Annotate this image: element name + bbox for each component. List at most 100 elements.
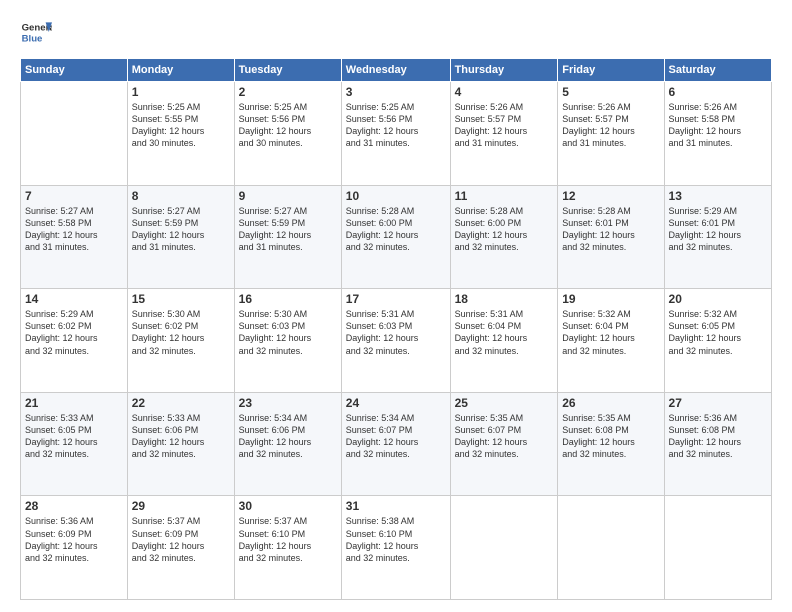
day-number: 29 [132,499,230,513]
calendar-cell [21,82,128,186]
header: General Blue [20,16,772,48]
day-number: 23 [239,396,337,410]
day-number: 27 [669,396,767,410]
calendar-cell: 28 Sunrise: 5:36 AM Sunset: 6:09 PM Dayli… [21,496,128,600]
day-info: Sunrise: 5:37 AM Sunset: 6:09 PM Dayligh… [132,515,230,564]
day-info: Sunrise: 5:25 AM Sunset: 5:56 PM Dayligh… [239,101,337,150]
day-info: Sunrise: 5:36 AM Sunset: 6:09 PM Dayligh… [25,515,123,564]
weekday-header-friday: Friday [558,59,664,82]
day-info: Sunrise: 5:28 AM Sunset: 6:00 PM Dayligh… [346,205,446,254]
calendar-cell: 1 Sunrise: 5:25 AM Sunset: 5:55 PM Daylig… [127,82,234,186]
day-info: Sunrise: 5:31 AM Sunset: 6:04 PM Dayligh… [455,308,554,357]
day-number: 10 [346,189,446,203]
calendar-cell: 16 Sunrise: 5:30 AM Sunset: 6:03 PM Dayli… [234,289,341,393]
calendar-cell: 30Sunrise: 5:37 AM Sunset: 6:10 PM Dayli… [234,496,341,600]
day-number: 7 [25,189,123,203]
day-number: 17 [346,292,446,306]
calendar-cell: 8 Sunrise: 5:27 AM Sunset: 5:59 PM Daylig… [127,185,234,289]
day-number: 25 [455,396,554,410]
day-number: 6 [669,85,767,99]
weekday-header-saturday: Saturday [664,59,771,82]
calendar-week-row: 28 Sunrise: 5:36 AM Sunset: 6:09 PM Dayli… [21,496,772,600]
day-number: 16 [239,292,337,306]
weekday-header-thursday: Thursday [450,59,558,82]
calendar-table: SundayMondayTuesdayWednesdayThursdayFrid… [20,58,772,600]
calendar-cell: 17Sunrise: 5:31 AM Sunset: 6:03 PM Dayli… [341,289,450,393]
calendar-cell: 24Sunrise: 5:34 AM Sunset: 6:07 PM Dayli… [341,392,450,496]
day-number: 21 [25,396,123,410]
day-number: 28 [25,499,123,513]
calendar-cell: 5Sunrise: 5:26 AM Sunset: 5:57 PM Daylig… [558,82,664,186]
calendar-cell: 6Sunrise: 5:26 AM Sunset: 5:58 PM Daylig… [664,82,771,186]
calendar-cell: 31 Sunrise: 5:38 AM Sunset: 6:10 PM Dayli… [341,496,450,600]
day-info: Sunrise: 5:38 AM Sunset: 6:10 PM Dayligh… [346,515,446,564]
page: General Blue SundayMondayTuesdayWednesda… [0,0,792,612]
day-info: Sunrise: 5:32 AM Sunset: 6:04 PM Dayligh… [562,308,659,357]
calendar-cell: 26Sunrise: 5:35 AM Sunset: 6:08 PM Dayli… [558,392,664,496]
day-number: 4 [455,85,554,99]
calendar-cell: 22 Sunrise: 5:33 AM Sunset: 6:06 PM Dayli… [127,392,234,496]
calendar-cell: 25Sunrise: 5:35 AM Sunset: 6:07 PM Dayli… [450,392,558,496]
day-info: Sunrise: 5:27 AM Sunset: 5:59 PM Dayligh… [132,205,230,254]
calendar-cell: 29 Sunrise: 5:37 AM Sunset: 6:09 PM Dayli… [127,496,234,600]
calendar-cell: 2 Sunrise: 5:25 AM Sunset: 5:56 PM Daylig… [234,82,341,186]
day-info: Sunrise: 5:27 AM Sunset: 5:59 PM Dayligh… [239,205,337,254]
calendar-cell: 18 Sunrise: 5:31 AM Sunset: 6:04 PM Dayli… [450,289,558,393]
day-info: Sunrise: 5:34 AM Sunset: 6:06 PM Dayligh… [239,412,337,461]
calendar-cell: 12 Sunrise: 5:28 AM Sunset: 6:01 PM Dayli… [558,185,664,289]
calendar-week-row: 14 Sunrise: 5:29 AM Sunset: 6:02 PM Dayli… [21,289,772,393]
day-info: Sunrise: 5:28 AM Sunset: 6:01 PM Dayligh… [562,205,659,254]
day-number: 18 [455,292,554,306]
day-number: 22 [132,396,230,410]
calendar-cell: 27Sunrise: 5:36 AM Sunset: 6:08 PM Dayli… [664,392,771,496]
day-info: Sunrise: 5:28 AM Sunset: 6:00 PM Dayligh… [455,205,554,254]
logo: General Blue [20,16,56,48]
day-info: Sunrise: 5:25 AM Sunset: 5:55 PM Dayligh… [132,101,230,150]
weekday-header-sunday: Sunday [21,59,128,82]
day-number: 14 [25,292,123,306]
day-number: 2 [239,85,337,99]
day-number: 20 [669,292,767,306]
day-info: Sunrise: 5:25 AM Sunset: 5:56 PM Dayligh… [346,101,446,150]
day-number: 31 [346,499,446,513]
day-info: Sunrise: 5:30 AM Sunset: 6:02 PM Dayligh… [132,308,230,357]
day-info: Sunrise: 5:30 AM Sunset: 6:03 PM Dayligh… [239,308,337,357]
calendar-cell [558,496,664,600]
day-info: Sunrise: 5:29 AM Sunset: 6:02 PM Dayligh… [25,308,123,357]
logo-icon: General Blue [20,16,52,48]
day-number: 1 [132,85,230,99]
day-number: 5 [562,85,659,99]
day-number: 15 [132,292,230,306]
day-number: 13 [669,189,767,203]
calendar-cell: 14 Sunrise: 5:29 AM Sunset: 6:02 PM Dayli… [21,289,128,393]
day-number: 12 [562,189,659,203]
day-number: 3 [346,85,446,99]
day-info: Sunrise: 5:33 AM Sunset: 6:05 PM Dayligh… [25,412,123,461]
calendar-cell: 11Sunrise: 5:28 AM Sunset: 6:00 PM Dayli… [450,185,558,289]
calendar-cell [450,496,558,600]
day-number: 24 [346,396,446,410]
calendar-cell: 4 Sunrise: 5:26 AM Sunset: 5:57 PM Daylig… [450,82,558,186]
calendar-cell: 9Sunrise: 5:27 AM Sunset: 5:59 PM Daylig… [234,185,341,289]
calendar-cell: 20Sunrise: 5:32 AM Sunset: 6:05 PM Dayli… [664,289,771,393]
day-info: Sunrise: 5:26 AM Sunset: 5:57 PM Dayligh… [455,101,554,150]
day-number: 30 [239,499,337,513]
calendar-cell: 19 Sunrise: 5:32 AM Sunset: 6:04 PM Dayli… [558,289,664,393]
svg-text:Blue: Blue [22,34,43,45]
calendar-cell: 13 Sunrise: 5:29 AM Sunset: 6:01 PM Dayli… [664,185,771,289]
calendar-week-row: 7 Sunrise: 5:27 AM Sunset: 5:58 PM Daylig… [21,185,772,289]
calendar-cell: 7 Sunrise: 5:27 AM Sunset: 5:58 PM Daylig… [21,185,128,289]
calendar-cell [664,496,771,600]
weekday-header-wednesday: Wednesday [341,59,450,82]
day-number: 8 [132,189,230,203]
day-info: Sunrise: 5:27 AM Sunset: 5:58 PM Dayligh… [25,205,123,254]
weekday-header-monday: Monday [127,59,234,82]
calendar-week-row: 1 Sunrise: 5:25 AM Sunset: 5:55 PM Daylig… [21,82,772,186]
weekday-header-tuesday: Tuesday [234,59,341,82]
day-info: Sunrise: 5:33 AM Sunset: 6:06 PM Dayligh… [132,412,230,461]
day-info: Sunrise: 5:29 AM Sunset: 6:01 PM Dayligh… [669,205,767,254]
day-number: 19 [562,292,659,306]
day-number: 26 [562,396,659,410]
calendar-cell: 21 Sunrise: 5:33 AM Sunset: 6:05 PM Dayli… [21,392,128,496]
calendar-cell: 15 Sunrise: 5:30 AM Sunset: 6:02 PM Dayli… [127,289,234,393]
